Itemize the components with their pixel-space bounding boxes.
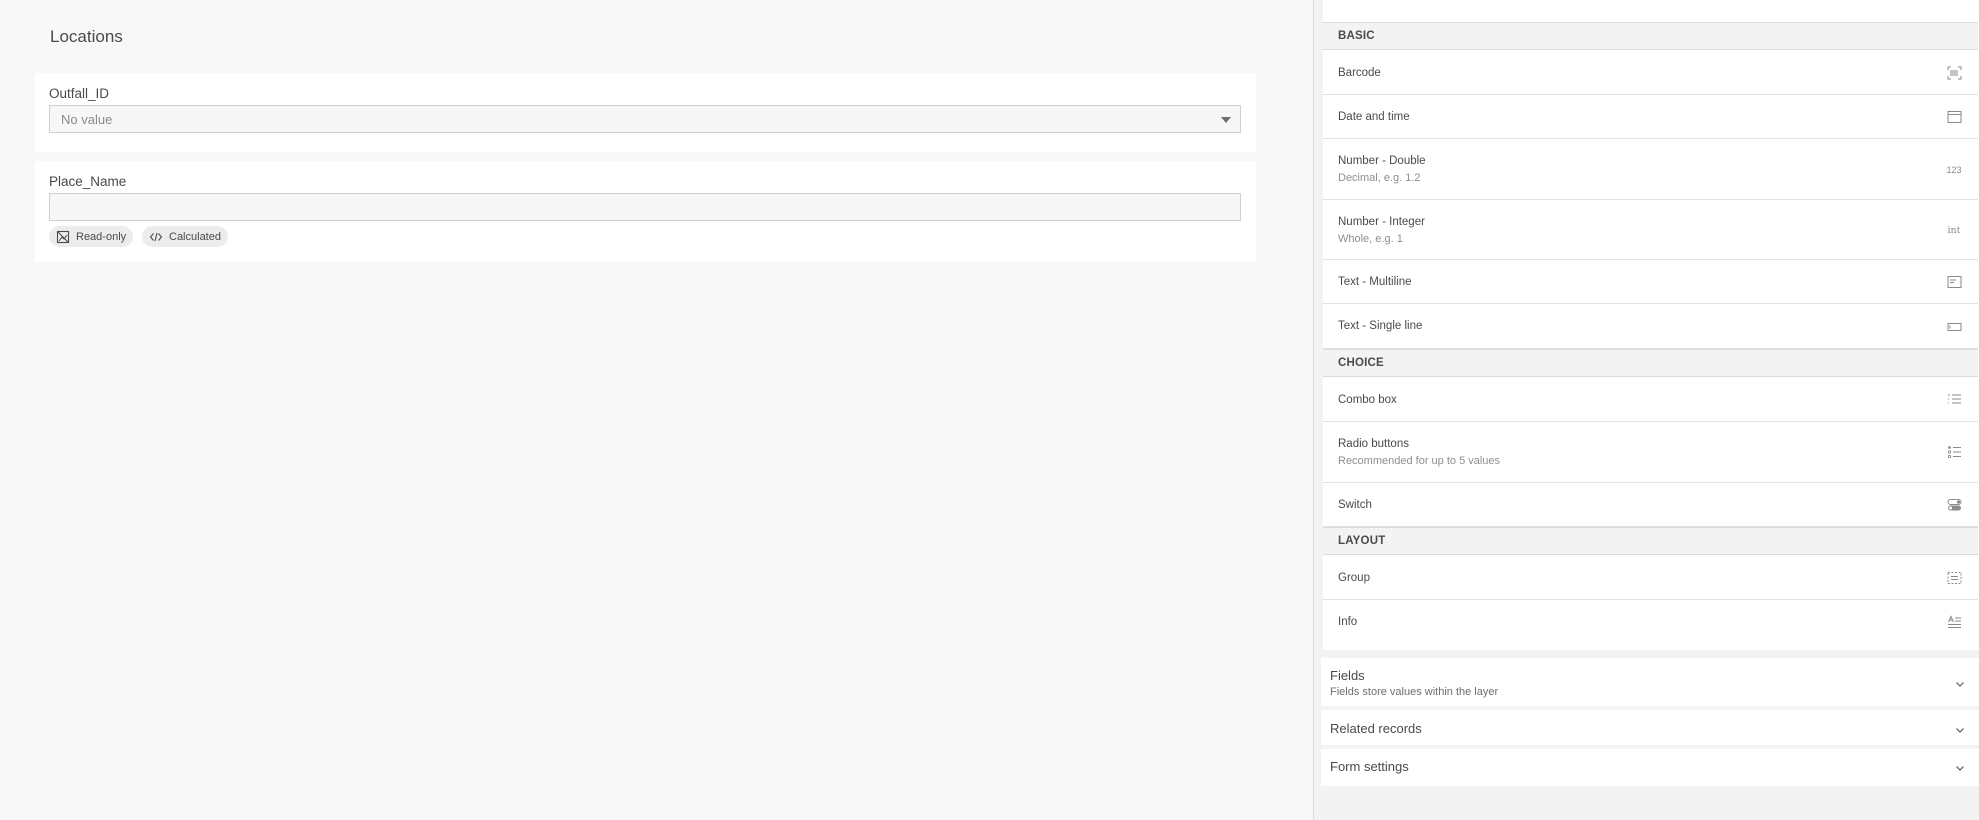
info-text-icon [1946, 614, 1962, 630]
form-element-place-name[interactable]: Place_Name Read-only Calculated [35, 161, 1256, 262]
item-title: Text - Single line [1338, 320, 1423, 332]
field-label: Outfall_ID [49, 86, 110, 101]
item-title: Combo box [1338, 394, 1397, 406]
item-title: Number - Double [1338, 155, 1426, 167]
item-title: Barcode [1338, 67, 1381, 79]
accordion-title: Fields [1330, 668, 1365, 683]
item-title: Info [1338, 616, 1358, 628]
field-label: Place_Name [49, 174, 127, 189]
integer-icon: int [1947, 224, 1961, 236]
read-only-chip: Read-only [49, 226, 134, 247]
section-header-basic: BASIC [1323, 22, 1978, 50]
palette-item-switch[interactable]: Switch [1323, 483, 1978, 527]
palette-item-text-multiline[interactable]: Text - Multiline [1323, 260, 1978, 304]
palette-item-group[interactable]: Group [1323, 556, 1978, 600]
accordion-title: Related records [1330, 721, 1422, 736]
barcode-icon [1946, 65, 1962, 81]
palette-item-combo-box[interactable]: Combo box [1323, 378, 1978, 422]
form-element-outfall-id[interactable]: Outfall_ID No value [35, 73, 1256, 152]
accordion-form-settings[interactable]: Form settings [1321, 749, 1979, 786]
item-subtitle: Whole, e.g. 1 [1338, 233, 1403, 245]
chevron-down-icon [1956, 682, 1964, 687]
section-header-choice: CHOICE [1323, 349, 1978, 377]
palette-item-radio-buttons[interactable]: Radio buttons Recommended for up to 5 va… [1323, 422, 1978, 483]
caret-down-icon [1221, 117, 1231, 123]
form-title: Locations [50, 27, 123, 46]
accordion-fields[interactable]: Fields Fields store values within the la… [1321, 658, 1979, 706]
item-title: Switch [1338, 499, 1372, 511]
item-title: Text - Multiline [1338, 276, 1412, 288]
form-elements-palette: BASIC Barcode Date and time Number - Dou… [1323, 0, 1979, 650]
combo-placeholder: No value [61, 112, 113, 127]
number-123-icon: 123 [1946, 165, 1962, 175]
place-name-text-input[interactable] [49, 193, 1241, 221]
text-multiline-icon [1946, 274, 1962, 290]
palette-item-number-integer[interactable]: Number - Integer Whole, e.g. 1 int [1323, 200, 1978, 260]
chevron-down-icon [1956, 766, 1964, 771]
switch-icon [1946, 497, 1962, 513]
group-icon [1946, 570, 1962, 586]
accordion-title: Form settings [1330, 759, 1409, 774]
chip-label: Read-only [76, 230, 127, 243]
combo-box-icon [1946, 392, 1962, 408]
text-single-line-icon [1946, 319, 1962, 335]
palette-item-info[interactable]: Info [1323, 600, 1978, 644]
palette-item-text-single-line[interactable]: Text - Single line [1323, 304, 1978, 349]
outfall-id-combo-box[interactable]: No value [49, 105, 1241, 133]
configuration-panel: BASIC Barcode Date and time Number - Dou… [1313, 0, 1979, 820]
item-title: Group [1338, 572, 1370, 584]
calculated-chip: Calculated [142, 226, 228, 247]
item-title: Date and time [1338, 111, 1410, 123]
palette-item-date-and-time[interactable]: Date and time [1323, 95, 1978, 139]
read-only-icon [56, 230, 70, 244]
calendar-icon [1946, 109, 1962, 125]
item-title: Radio buttons [1338, 438, 1409, 450]
palette-item-barcode[interactable]: Barcode [1323, 51, 1978, 95]
chip-label: Calculated [169, 230, 221, 243]
accordion-subtitle: Fields store values within the layer [1330, 686, 1499, 698]
chevron-down-icon [1956, 728, 1964, 733]
palette-item-number-double[interactable]: Number - Double Decimal, e.g. 1.2 123 [1323, 139, 1978, 200]
section-header-layout: LAYOUT [1323, 527, 1978, 555]
item-subtitle: Decimal, e.g. 1.2 [1338, 172, 1421, 184]
radio-list-icon [1946, 444, 1962, 460]
item-subtitle: Recommended for up to 5 values [1338, 455, 1501, 467]
form-canvas: Locations Outfall_ID No value Place_Name… [0, 0, 1313, 820]
accordion-related-records[interactable]: Related records [1321, 710, 1979, 745]
item-title: Number - Integer [1338, 216, 1425, 228]
code-icon [149, 230, 163, 244]
